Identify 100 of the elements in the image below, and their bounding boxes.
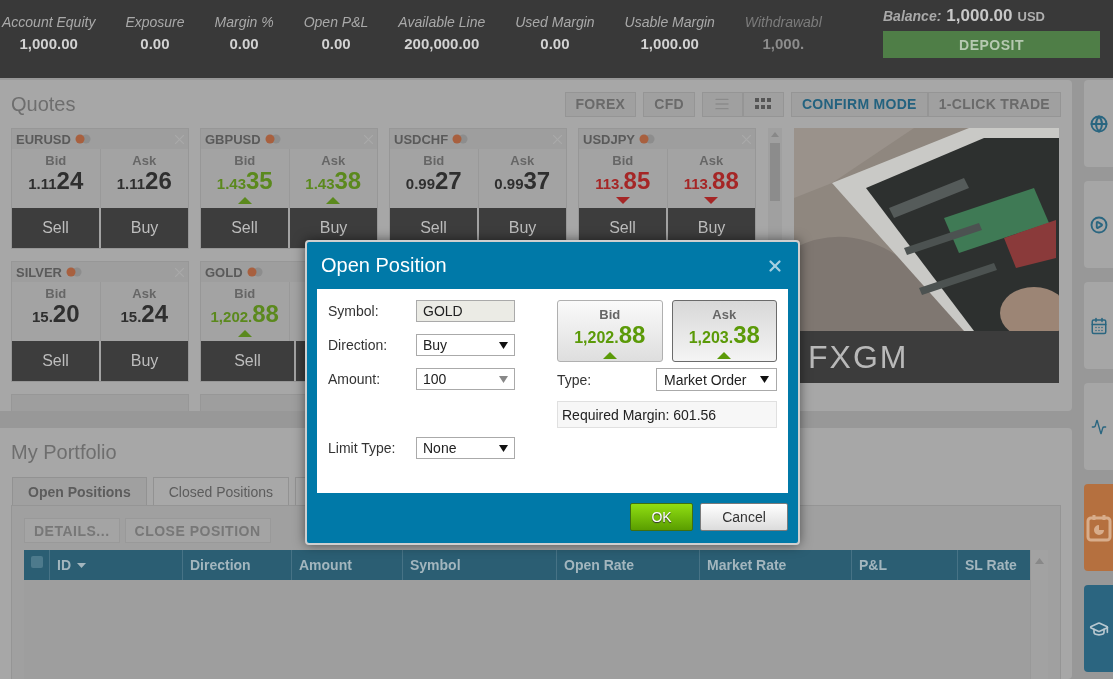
deposit-button[interactable]: DEPOSIT — [883, 31, 1100, 58]
select-field[interactable]: 100 — [416, 368, 515, 390]
currency: USD — [1017, 9, 1045, 24]
caret-icon — [499, 444, 508, 452]
toggle-icon[interactable] — [66, 267, 83, 277]
toggle-icon[interactable] — [452, 134, 470, 144]
price-button[interactable]: Ask 1,203.38 — [671, 300, 777, 362]
price: 1.4335 — [216, 168, 273, 196]
logo: FXGM — [808, 338, 909, 376]
toggle-icon[interactable] — [264, 134, 282, 144]
buy-button[interactable]: Buy — [101, 208, 188, 248]
sell-button[interactable]: Sell — [201, 341, 294, 381]
select-all-checkbox[interactable] — [30, 556, 43, 568]
metric-value: 0.00 — [229, 35, 259, 52]
symbol-name: EURUSD — [16, 131, 71, 147]
metric-value: 200,000.00 — [404, 35, 480, 52]
toggle-icon[interactable] — [639, 134, 657, 144]
price-label: Ask — [132, 286, 157, 301]
price: 1.1126 — [116, 168, 172, 196]
metric-label: Withdrawabl — [744, 14, 822, 30]
toggle-icon[interactable] — [246, 267, 264, 277]
sell-button[interactable]: Sell — [12, 208, 99, 248]
metric-label: Usable Margin — [624, 14, 715, 30]
calendar-icon — [1089, 316, 1108, 335]
metric-value: 0.00 — [540, 35, 570, 52]
price: 15.24 — [120, 301, 169, 329]
column-header[interactable]: Amount — [292, 550, 403, 580]
metric-label: Margin % — [214, 14, 274, 30]
select-field[interactable]: Market Order — [656, 368, 777, 391]
scroll-up-icon[interactable] — [1035, 558, 1044, 564]
ok-button[interactable]: OK — [630, 503, 693, 531]
price-label: Bid — [423, 153, 445, 168]
side-button[interactable] — [1084, 585, 1113, 672]
grid-icon — [755, 98, 772, 110]
buy-button[interactable]: Buy — [101, 341, 188, 381]
view-button[interactable] — [701, 91, 743, 117]
metric-label: Account Equity — [2, 14, 96, 30]
metric-label: Used Margin — [515, 14, 595, 30]
view-button[interactable] — [742, 91, 784, 117]
side-button[interactable] — [1084, 80, 1113, 167]
tab[interactable]: Open Positions — [12, 477, 147, 505]
metric-value: 0.00 — [321, 35, 351, 52]
up-arrow-icon — [602, 352, 617, 359]
field-label: Type: — [557, 371, 592, 388]
side-button[interactable] — [1084, 181, 1113, 268]
column-header[interactable]: Direction — [183, 550, 292, 580]
price: 15.20 — [31, 301, 80, 329]
field-label: Symbol: — [328, 303, 380, 319]
price-label: Ask — [510, 153, 535, 168]
price-label: Ask — [321, 153, 346, 168]
column-header[interactable]: Open Rate — [557, 550, 700, 580]
price-label: Bid — [612, 153, 634, 168]
pulse-icon — [1090, 418, 1107, 435]
scroll-up-icon[interactable] — [771, 132, 779, 137]
price: 0.9937 — [494, 168, 551, 196]
sell-button[interactable]: Sell — [12, 341, 99, 381]
price: 0.9927 — [405, 168, 462, 196]
price: 1.4338 — [305, 168, 362, 196]
balance-value: 1,000.00 — [946, 6, 1013, 26]
symbol-name: USDJPY — [583, 131, 636, 147]
required-margin: Required Margin: 601.56 — [557, 401, 777, 428]
metric-value: 1,000. — [762, 35, 805, 52]
field-label: Amount: — [328, 371, 382, 387]
column-header[interactable]: P&L — [852, 550, 958, 580]
column-header[interactable]: Market Rate — [700, 550, 852, 580]
calendar-chart-icon — [1085, 513, 1112, 542]
column-header[interactable]: Symbol — [403, 550, 557, 580]
down-arrow-icon — [704, 197, 719, 204]
price-label: Bid — [234, 153, 256, 168]
select-field[interactable]: Buy — [416, 334, 515, 356]
price-label: Bid — [45, 153, 67, 168]
field-label: Direction: — [328, 337, 389, 353]
mode-button[interactable]: CONFIRM MODE — [790, 91, 928, 117]
symbol-name: SILVER — [16, 264, 62, 280]
side-button[interactable] — [1084, 282, 1113, 369]
panel-title: My Portfolio — [11, 440, 117, 464]
cancel-button[interactable]: Cancel — [700, 503, 788, 531]
globe-icon — [1089, 114, 1108, 133]
side-button[interactable] — [1084, 484, 1113, 571]
price-button[interactable]: Bid 1,202.88 — [557, 300, 663, 362]
select-field[interactable]: None — [416, 437, 515, 459]
toggle-icon[interactable] — [74, 134, 92, 144]
up-arrow-icon — [717, 352, 732, 359]
price: 1.1124 — [28, 168, 84, 196]
input-field[interactable]: GOLD — [416, 300, 515, 322]
side-button[interactable] — [1084, 383, 1113, 470]
tab[interactable]: Closed Positions — [152, 477, 289, 505]
sell-button[interactable]: Sell — [201, 208, 288, 248]
sort-down-icon — [77, 562, 86, 568]
price-label: Bid — [45, 286, 67, 301]
dialog-title: Open Position — [321, 254, 447, 277]
play-icon — [1089, 215, 1108, 234]
up-arrow-icon — [237, 197, 252, 204]
caret-icon — [499, 375, 508, 383]
column-header[interactable]: SL Rate — [958, 550, 1030, 580]
caret-icon — [760, 376, 769, 383]
field-label: Limit Type: — [328, 440, 397, 456]
panel-title: Quotes — [11, 92, 76, 116]
column-header[interactable]: ID — [50, 550, 183, 580]
metric-value: 0.00 — [140, 35, 170, 52]
